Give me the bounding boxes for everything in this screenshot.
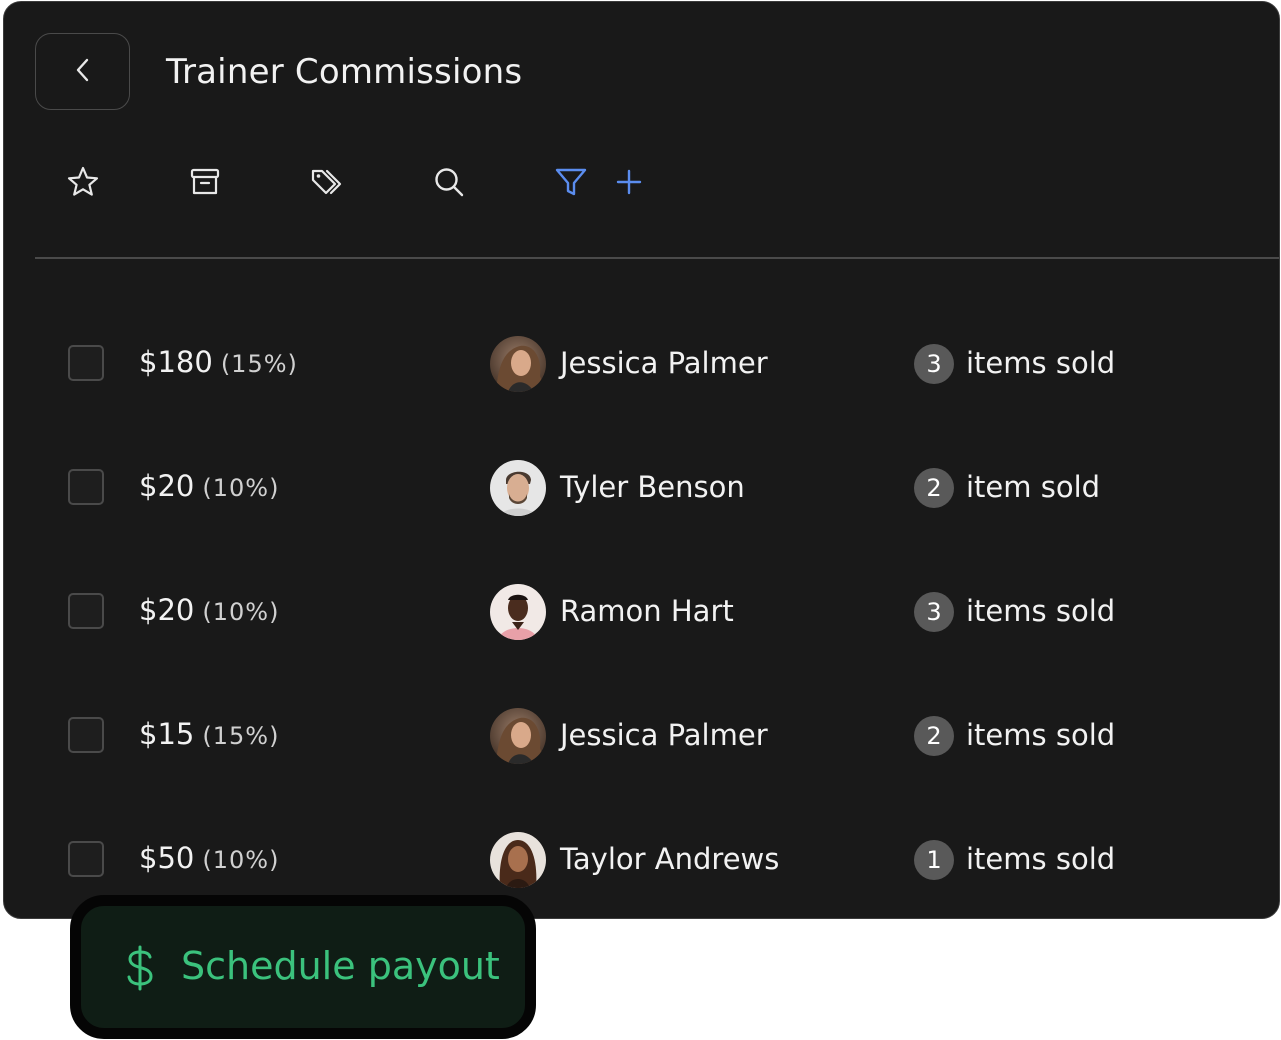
commission-amount: $15 (15%) bbox=[139, 717, 280, 751]
back-button[interactable] bbox=[35, 33, 130, 110]
row-checkbox[interactable] bbox=[68, 469, 104, 505]
star-icon[interactable] bbox=[63, 162, 103, 202]
table-row[interactable]: $20 (10%) Tyler Benson 2 item sold bbox=[4, 457, 1279, 517]
count-badge: 3 bbox=[914, 592, 954, 632]
avatar bbox=[490, 336, 546, 392]
row-checkbox[interactable] bbox=[68, 841, 104, 877]
trainer-name: Tyler Benson bbox=[560, 470, 745, 504]
trainer-name: Ramon Hart bbox=[560, 594, 734, 628]
commission-amount: $50 (10%) bbox=[139, 841, 280, 875]
commission-percent: (10%) bbox=[202, 474, 280, 502]
row-checkbox[interactable] bbox=[68, 593, 104, 629]
items-sold-label: items sold bbox=[966, 346, 1116, 380]
toolbar-divider bbox=[35, 257, 1279, 259]
filter-icon[interactable] bbox=[551, 162, 591, 202]
items-sold-label: items sold bbox=[966, 718, 1116, 752]
commission-percent: (15%) bbox=[220, 350, 298, 378]
table-row[interactable]: $50 (10%) Taylor Andrews 1 items sold bbox=[4, 829, 1279, 889]
schedule-payout-label: Schedule payout bbox=[181, 944, 500, 988]
trainer-name: Taylor Andrews bbox=[560, 842, 780, 876]
chevron-left-icon bbox=[72, 55, 94, 89]
commission-amount: $20 (10%) bbox=[139, 593, 280, 627]
commission-percent: (15%) bbox=[202, 722, 280, 750]
tags-icon[interactable] bbox=[308, 162, 348, 202]
row-checkbox[interactable] bbox=[68, 345, 104, 381]
avatar bbox=[490, 832, 546, 888]
commission-percent: (10%) bbox=[202, 846, 280, 874]
trainer-name: Jessica Palmer bbox=[560, 718, 768, 752]
items-sold-label: items sold bbox=[966, 842, 1116, 876]
commission-percent: (10%) bbox=[202, 598, 280, 626]
search-icon[interactable] bbox=[429, 162, 469, 202]
count-badge: 2 bbox=[914, 716, 954, 756]
count-badge: 3 bbox=[914, 344, 954, 384]
avatar bbox=[490, 584, 546, 640]
table-row[interactable]: $180 (15%) Jessica Palmer 3 items sold bbox=[4, 333, 1279, 393]
dollar-icon bbox=[123, 944, 157, 996]
count-badge: 1 bbox=[914, 840, 954, 880]
items-sold-label: items sold bbox=[966, 594, 1116, 628]
table-row[interactable]: $20 (10%) Ramon Hart 3 items sold bbox=[4, 581, 1279, 641]
avatar bbox=[490, 708, 546, 764]
archive-icon[interactable] bbox=[185, 162, 225, 202]
avatar bbox=[490, 460, 546, 516]
commissions-panel: Trainer Commissions $180 (15%) Jessica P… bbox=[3, 1, 1280, 919]
plus-icon[interactable] bbox=[609, 162, 649, 202]
row-checkbox[interactable] bbox=[68, 717, 104, 753]
schedule-payout-button[interactable]: Schedule payout bbox=[70, 895, 536, 1039]
commission-amount: $20 (10%) bbox=[139, 469, 280, 503]
items-sold-label: item sold bbox=[966, 470, 1101, 504]
commission-amount: $180 (15%) bbox=[139, 345, 298, 379]
table-row[interactable]: $15 (15%) Jessica Palmer 2 items sold bbox=[4, 705, 1279, 765]
count-badge: 2 bbox=[914, 468, 954, 508]
trainer-name: Jessica Palmer bbox=[560, 346, 768, 380]
page-title: Trainer Commissions bbox=[166, 52, 523, 92]
